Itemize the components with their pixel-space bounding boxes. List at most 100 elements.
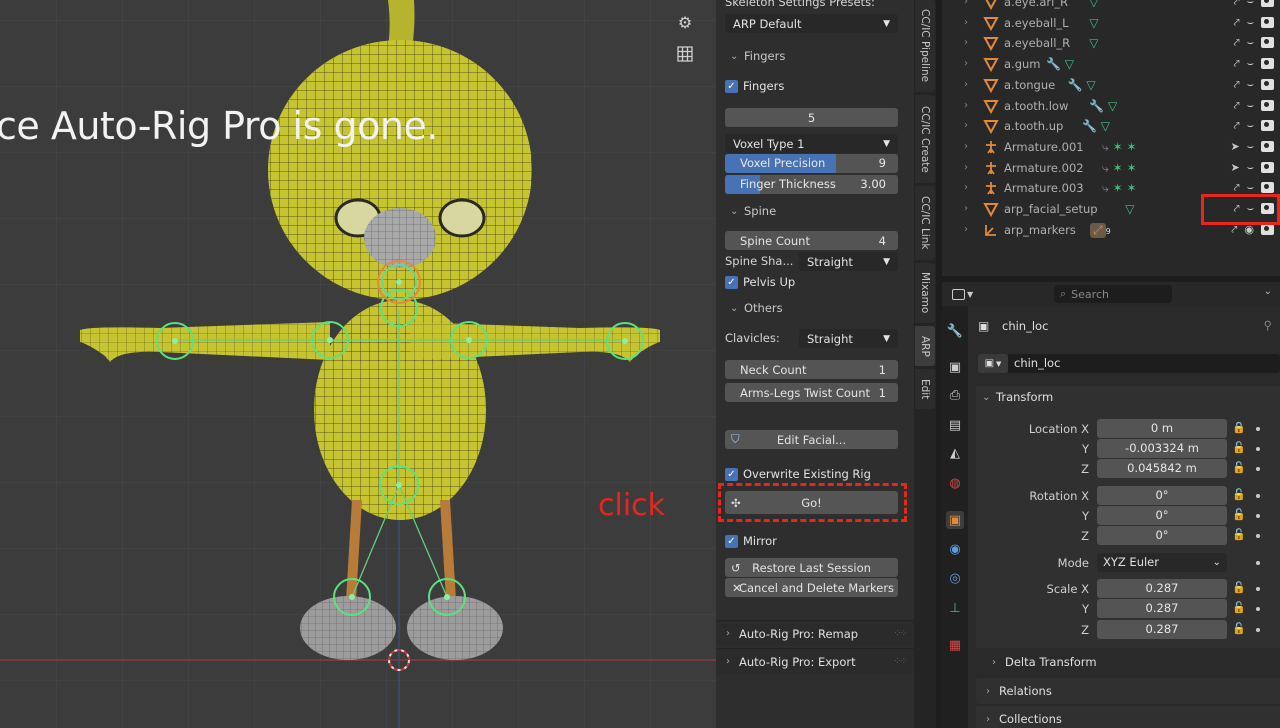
keyframe-dot-icon[interactable]: [1256, 494, 1260, 498]
object-selector[interactable]: ▣ ▼: [978, 354, 1008, 373]
tab-mixamo[interactable]: Mixamo: [915, 263, 935, 323]
fingers-section-header[interactable]: ⌄ Fingers: [716, 45, 914, 67]
others-section-header[interactable]: ⌄ Others: [716, 297, 914, 319]
finger-thickness-slider[interactable]: Finger Thickness 3.00: [725, 175, 898, 194]
camera-icon[interactable]: [1261, 58, 1274, 70]
selectable-toggle-icon[interactable]: ⤤: [1234, 36, 1240, 50]
keyframe-dot-icon[interactable]: [1256, 467, 1260, 471]
finger-count-field[interactable]: 5: [725, 108, 898, 127]
lock-icon[interactable]: 🔒: [1232, 421, 1246, 434]
keyframe-dot-icon[interactable]: [1256, 587, 1260, 591]
unlock-icon[interactable]: 🔓: [1232, 508, 1246, 521]
expand-chevron-icon[interactable]: ›: [964, 141, 968, 152]
scene-icon[interactable]: ◭: [946, 444, 964, 462]
selectable-toggle-icon[interactable]: ⤤: [1234, 16, 1240, 30]
outliner-row[interactable]: › a.eye.ari_R ▽ ⤤ ⌣: [942, 0, 1280, 14]
view-layer-icon[interactable]: ▤: [946, 416, 964, 434]
unlock-icon[interactable]: 🔓: [1232, 581, 1246, 594]
expand-chevron-icon[interactable]: ›: [964, 79, 968, 90]
expand-chevron-icon[interactable]: ›: [964, 17, 968, 28]
object-data-icon[interactable]: ⊥: [946, 599, 964, 617]
gizmo-toggle-icon[interactable]: ⚙: [671, 8, 699, 36]
rotation-mode-dropdown[interactable]: XYZ Euler ⌄: [1097, 553, 1227, 572]
eye-closed-icon[interactable]: ⌣: [1247, 0, 1254, 9]
eye-closed-icon[interactable]: ⌣: [1247, 119, 1254, 133]
expand-chevron-icon[interactable]: ›: [964, 182, 968, 193]
outliner-row[interactable]: › a.gum 🔧 ▽ ⤤ ⌣: [942, 55, 1280, 76]
scale-y-field[interactable]: 0.287: [1097, 599, 1227, 618]
outliner-row[interactable]: › Armature.001 ⤷ ✶ ✶ ➤ ⌣: [942, 138, 1280, 159]
remap-section-header[interactable]: › Auto-Rig Pro: Remap ⁘⁘: [716, 620, 914, 646]
keyframe-dot-icon[interactable]: [1256, 607, 1260, 611]
eye-closed-icon[interactable]: ⌣: [1247, 78, 1254, 92]
neck-count-field[interactable]: Neck Count 1: [725, 360, 898, 379]
eye-closed-icon[interactable]: ⌣: [1247, 99, 1254, 113]
selectable-toggle-icon[interactable]: ➤: [1231, 140, 1240, 154]
camera-icon[interactable]: [1261, 140, 1274, 152]
editor-type-button[interactable]: ▼: [952, 285, 980, 303]
camera-icon[interactable]: [1261, 223, 1274, 235]
mirror-checkbox[interactable]: ✓ Mirror: [725, 534, 777, 548]
selectable-toggle-icon[interactable]: ⤤: [1234, 57, 1240, 71]
drag-handle-icon[interactable]: ⁘⁘: [893, 628, 908, 639]
camera-icon[interactable]: [1261, 161, 1274, 173]
tab-cc-ic-link[interactable]: CC/IC Link: [915, 186, 935, 260]
chevron-down-icon[interactable]: ⌄: [1264, 286, 1272, 297]
eye-closed-icon[interactable]: ⌣: [1247, 16, 1254, 30]
outliner-row[interactable]: › a.tooth.up 🔧 ▽ ⤤ ⌣: [942, 117, 1280, 138]
outliner-row[interactable]: › Armature.002 ⤷ ✶ ✶ ➤ ⌣: [942, 159, 1280, 180]
tab-arp[interactable]: ARP: [915, 326, 935, 366]
scale-z-field[interactable]: 0.287: [1097, 620, 1227, 639]
keyframe-dot-icon[interactable]: [1256, 427, 1260, 431]
selectable-toggle-icon[interactable]: ⤤: [1234, 119, 1240, 133]
tab-cc-ic-create[interactable]: CC/IC Create: [915, 95, 935, 183]
object-name-field[interactable]: chin_loc: [1008, 354, 1280, 373]
modifier-icon[interactable]: ◉: [946, 540, 964, 558]
rotation-x-field[interactable]: 0°: [1097, 486, 1227, 505]
tool-icon[interactable]: 🔧: [946, 322, 964, 340]
clavicles-dropdown[interactable]: Straight ▼: [799, 329, 898, 348]
spine-section-header[interactable]: ⌄ Spine: [716, 200, 914, 222]
world-icon[interactable]: ◍: [946, 474, 964, 492]
unlock-icon[interactable]: 🔓: [1232, 441, 1246, 454]
spine-shape-dropdown[interactable]: Straight ▼: [799, 252, 898, 271]
spine-count-field[interactable]: Spine Count 4: [725, 231, 898, 250]
keyframe-dot-icon[interactable]: [1256, 447, 1260, 451]
expand-chevron-icon[interactable]: ›: [964, 0, 968, 7]
unlock-icon[interactable]: 🔓: [1232, 461, 1246, 474]
camera-icon[interactable]: [1261, 78, 1274, 90]
expand-chevron-icon[interactable]: ›: [964, 120, 968, 131]
collections-section-header[interactable]: › Collections: [976, 706, 1280, 728]
restore-session-button[interactable]: ↺ Restore Last Session: [725, 558, 898, 577]
render-icon[interactable]: ▣: [946, 358, 964, 376]
search-input[interactable]: ⌕ Search: [1054, 285, 1172, 303]
presets-dropdown[interactable]: ARP Default ▼: [725, 14, 898, 33]
rotation-y-field[interactable]: 0°: [1097, 506, 1227, 525]
texture-icon[interactable]: ▦: [946, 636, 964, 654]
eye-closed-icon[interactable]: ⌣: [1247, 161, 1254, 175]
expand-chevron-icon[interactable]: ›: [964, 224, 968, 235]
outliner-row[interactable]: › a.eyeball_R ▽ ⤤ ⌣: [942, 34, 1280, 55]
export-section-header[interactable]: › Auto-Rig Pro: Export ⁘⁘: [716, 648, 914, 674]
location-y-field[interactable]: -0.003324 m: [1097, 439, 1227, 458]
object-icon[interactable]: ▣: [946, 511, 964, 529]
scale-x-field[interactable]: 0.287: [1097, 579, 1227, 598]
keyframe-dot-icon[interactable]: [1256, 628, 1260, 632]
grid-toggle-icon[interactable]: [671, 40, 699, 68]
overwrite-rig-checkbox[interactable]: ✓ Overwrite Existing Rig: [725, 467, 871, 481]
expand-chevron-icon[interactable]: ›: [964, 100, 968, 111]
camera-icon[interactable]: [1261, 182, 1274, 194]
eye-closed-icon[interactable]: ⌣: [1247, 36, 1254, 50]
camera-icon[interactable]: [1261, 37, 1274, 49]
camera-icon[interactable]: [1261, 120, 1274, 132]
drag-handle-icon[interactable]: ⁘⁘: [893, 656, 908, 667]
pelvis-up-checkbox[interactable]: ✓ Pelvis Up: [725, 275, 795, 289]
expand-chevron-icon[interactable]: ›: [964, 203, 968, 214]
location-z-field[interactable]: 0.045842 m: [1097, 459, 1227, 478]
selectable-toggle-icon[interactable]: ⤤: [1234, 0, 1240, 9]
tab-cc-ic-pipeline[interactable]: CC/IC Pipeline: [915, 0, 935, 92]
location-x-field[interactable]: 0 m: [1097, 419, 1227, 438]
voxel-type-dropdown[interactable]: Voxel Type 1 ▼: [725, 134, 898, 153]
unlock-icon[interactable]: 🔓: [1232, 601, 1246, 614]
pin-icon[interactable]: ⚲: [1264, 318, 1272, 332]
